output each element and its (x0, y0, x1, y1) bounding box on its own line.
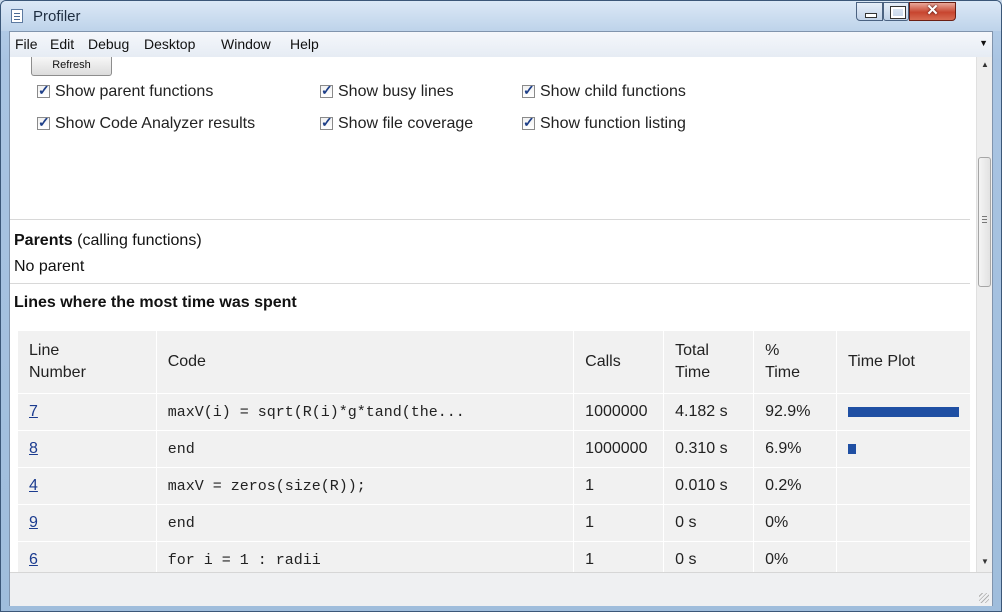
close-icon: ✕ (926, 2, 939, 19)
client-area: File Edit Debug Desktop Window Help ▼ Re… (9, 31, 993, 606)
checkbox-checked-icon (522, 113, 535, 131)
total-time-cell: 0 s (663, 504, 755, 542)
scroll-thumb[interactable] (978, 157, 991, 287)
parents-heading: Parents (calling functions) (14, 232, 202, 250)
status-bar (10, 572, 992, 606)
header-calls: Calls (573, 330, 665, 394)
line-link[interactable]: 6 (29, 551, 38, 568)
table-row: 4 maxV = zeros(size(R)); 1 0.010 s 0.2% (17, 467, 972, 505)
calls-cell: 1000000 (573, 430, 665, 468)
menu-bar: File Edit Debug Desktop Window Help ▼ (10, 32, 992, 58)
total-time-cell: 0.310 s (663, 430, 755, 468)
pct-time-cell: 0% (753, 504, 837, 542)
table-row: 6 for i = 1 : radii 1 0 s 0% (17, 541, 972, 572)
line-link[interactable]: 9 (29, 514, 38, 531)
table-row: 9 end 1 0 s 0% (17, 504, 972, 542)
scroll-up-icon[interactable]: ▲ (977, 60, 993, 69)
total-time-cell: 0.010 s (663, 467, 755, 505)
header-time-plot: Time Plot (835, 330, 972, 394)
title-bar[interactable]: Profiler ✕ (1, 1, 1001, 31)
code-cell: maxV(i) = sqrt(R(i)*g*tand(the... (155, 393, 575, 431)
profile-report: Refresh Show parent functions Show busy … (10, 57, 976, 572)
minimize-button[interactable] (856, 2, 883, 21)
pct-time-cell: 6.9% (753, 430, 837, 468)
menu-edit[interactable]: Edit (50, 36, 74, 52)
menu-overflow-icon[interactable]: ▼ (979, 38, 988, 48)
busy-lines-table: Line Number Code Calls Total Time % Time… (17, 330, 972, 572)
pct-time-cell: 0% (753, 541, 837, 572)
checkbox-checked-icon (320, 113, 333, 131)
table-row: 8 end 1000000 0.310 s 6.9% (17, 430, 972, 468)
calls-cell: 1 (573, 504, 665, 542)
menu-desktop[interactable]: Desktop (144, 36, 195, 52)
window-title: Profiler (33, 8, 81, 25)
line-link[interactable]: 7 (29, 403, 38, 420)
header-line-number: Line Number (17, 330, 157, 394)
code-cell: end (155, 504, 575, 542)
maximize-button[interactable] (883, 2, 909, 21)
parents-title: Parents (14, 232, 73, 249)
table-row: 7 maxV(i) = sqrt(R(i)*g*tand(the... 1000… (17, 393, 972, 431)
menu-debug[interactable]: Debug (88, 36, 129, 52)
close-button[interactable]: ✕ (909, 2, 956, 21)
profiler-app-icon (11, 9, 23, 23)
divider (10, 283, 970, 284)
time-plot-bar (847, 443, 856, 454)
code-cell: for i = 1 : radii (155, 541, 575, 572)
checkbox-checked-icon (37, 113, 50, 131)
checkbox-checked-icon (37, 81, 50, 99)
calls-cell: 1000000 (573, 393, 665, 431)
time-plot-cell (835, 430, 972, 468)
header-code: Code (155, 330, 575, 394)
calls-cell: 1 (573, 541, 665, 572)
menu-file[interactable]: File (15, 36, 38, 52)
header-pct-time: % Time (753, 330, 837, 394)
table-header-row: Line Number Code Calls Total Time % Time… (17, 330, 972, 394)
divider (10, 219, 970, 220)
refresh-button[interactable]: Refresh (31, 57, 112, 76)
busy-lines-heading: Lines where the most time was spent (14, 294, 297, 311)
checkbox-checked-icon (320, 81, 333, 99)
parents-value: No parent (14, 258, 85, 275)
parents-subtitle: (calling functions) (77, 232, 202, 249)
total-time-cell: 0 s (663, 541, 755, 572)
calls-cell: 1 (573, 467, 665, 505)
code-cell: maxV = zeros(size(R)); (155, 467, 575, 505)
menu-window[interactable]: Window (221, 36, 271, 52)
total-time-cell: 4.182 s (663, 393, 755, 431)
time-plot-cell (835, 504, 972, 542)
line-link[interactable]: 4 (29, 477, 38, 494)
time-plot-cell (835, 467, 972, 505)
pct-time-cell: 0.2% (753, 467, 837, 505)
line-link[interactable]: 8 (29, 440, 38, 457)
header-total-time: Total Time (663, 330, 755, 394)
scroll-down-icon[interactable]: ▼ (977, 557, 993, 566)
profiler-window: Profiler ✕ File Edit Debug Desktop Windo… (0, 0, 1002, 612)
time-plot-cell (835, 393, 972, 431)
code-cell: end (155, 430, 575, 468)
time-plot-cell (835, 541, 972, 572)
vertical-scrollbar[interactable]: ▲ ▼ (976, 57, 992, 572)
pct-time-cell: 92.9% (753, 393, 837, 431)
checkbox-checked-icon (522, 81, 535, 99)
time-plot-bar (847, 406, 959, 417)
menu-help[interactable]: Help (290, 36, 319, 52)
resize-grip-icon[interactable] (979, 593, 989, 603)
